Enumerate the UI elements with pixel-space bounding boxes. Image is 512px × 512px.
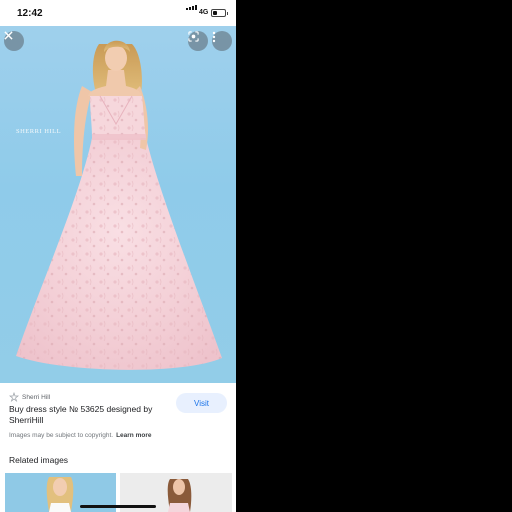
network-type: 4G — [199, 9, 209, 16]
dress-photo — [16, 40, 222, 370]
google-lens-icon — [188, 31, 199, 42]
brand-watermark: SHERRI HILL — [16, 128, 62, 135]
visit-button[interactable]: Visit — [176, 393, 227, 413]
home-indicator[interactable] — [80, 505, 156, 508]
copyright-text: Images may be subject to copyright. — [9, 432, 114, 439]
result-title[interactable]: Buy dress style № 53625 designed by Sher… — [9, 404, 169, 426]
source-name: Sherri Hill — [22, 393, 51, 401]
source-favicon-icon — [9, 392, 19, 402]
lens-button[interactable] — [188, 31, 208, 51]
learn-more-link[interactable]: Learn more — [116, 432, 151, 439]
product-image[interactable]: SHERRI HILL — [0, 26, 236, 383]
more-vert-icon — [212, 31, 216, 43]
battery-icon — [211, 9, 228, 17]
close-button[interactable] — [4, 31, 24, 51]
status-time: 12:42 — [17, 8, 43, 19]
close-icon — [4, 31, 13, 40]
source-row[interactable]: Sherri Hill — [9, 392, 50, 402]
phone-screen: 12:42 4G SHERRI HILL Sherri Hill Buy dre… — [0, 0, 236, 512]
status-bar: 12:42 4G — [0, 0, 236, 26]
more-options-button[interactable] — [212, 31, 232, 51]
related-images-heading: Related images — [9, 455, 69, 465]
copyright-notice: Images may be subject to copyright. Learn… — [9, 432, 151, 439]
